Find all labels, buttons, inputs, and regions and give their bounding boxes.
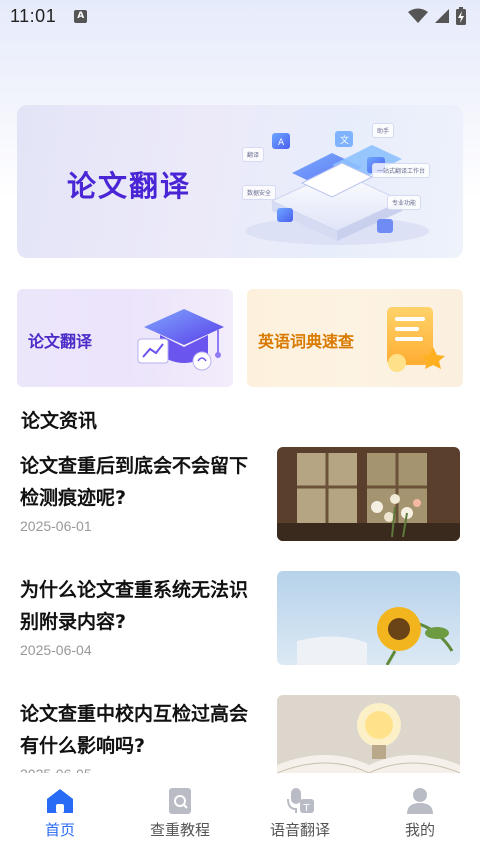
tab-mine[interactable]: 我的 xyxy=(360,773,480,853)
banner-tag: 翻译 xyxy=(242,147,265,162)
home-icon xyxy=(47,789,73,813)
tab-label: 我的 xyxy=(404,821,435,839)
banner-tag: 数据安全 xyxy=(242,185,277,200)
paper-translate-card[interactable]: 论文翻译 xyxy=(17,289,233,387)
banner[interactable]: 论文翻译 A 文 翻译 数据安全 助手 一站式翻译工作台 专业功能 xyxy=(17,105,463,258)
news-title: 论文查重后到底会不会留下检测痕迹呢? xyxy=(20,455,249,509)
user-icon xyxy=(407,788,433,814)
window-flowers-image xyxy=(277,447,460,541)
news-item[interactable]: 论文查重中校内互检过高会有什么影响吗? 2025-06-05 xyxy=(0,688,480,773)
tab-label: 语音翻译 xyxy=(269,821,330,839)
section-title: 论文资讯 xyxy=(21,410,98,432)
news-list: 论文查重后到底会不会留下检测痕迹呢? 2025-06-01 为什么论文查重系统无… xyxy=(0,440,480,773)
banner-tag: 助手 xyxy=(372,123,395,138)
banner-tag: 专业功能 xyxy=(387,195,422,210)
document-star-icon xyxy=(387,307,445,372)
document-search-icon xyxy=(169,788,191,814)
card-label: 英语词典速查 xyxy=(258,332,355,351)
wifi-icon xyxy=(408,8,428,23)
tab-label: 首页 xyxy=(44,821,75,839)
dictionary-card[interactable]: 英语词典速查 xyxy=(247,289,463,387)
lightbulb-book-image xyxy=(277,695,460,773)
graduation-cap-icon xyxy=(137,309,224,371)
news-date: 2025-06-05 xyxy=(20,766,92,773)
status-time: 11:01 xyxy=(10,5,57,26)
notification-icon: A xyxy=(74,9,88,23)
tab-home[interactable]: 首页 xyxy=(0,773,120,853)
sunflower-image xyxy=(277,571,460,665)
cellular-signal-icon xyxy=(435,9,449,23)
news-date: 2025-06-04 xyxy=(20,642,92,658)
microphone-translate-icon: T xyxy=(287,788,314,814)
svg-text:T: T xyxy=(303,803,311,814)
news-item[interactable]: 为什么论文查重系统无法识别附录内容? 2025-06-04 xyxy=(0,564,480,674)
battery-icon xyxy=(456,7,466,25)
bottom-tab-bar: 首页 查重教程 T 语音翻译 我的 xyxy=(0,773,480,853)
news-date: 2025-06-01 xyxy=(20,518,92,534)
svg-text:文: 文 xyxy=(340,134,349,146)
banner-title: 论文翻译 xyxy=(67,169,192,203)
banner-tag: 一站式翻译工作台 xyxy=(372,163,431,178)
status-indicators xyxy=(408,7,466,25)
tab-label: 查重教程 xyxy=(149,821,210,839)
news-title: 论文查重中校内互检过高会有什么影响吗? xyxy=(20,703,249,757)
svg-text:A: A xyxy=(278,138,285,148)
tab-check-tutorial[interactable]: 查重教程 xyxy=(120,773,240,853)
tab-voice-translate[interactable]: T 语音翻译 xyxy=(240,773,360,853)
news-item[interactable]: 论文查重后到底会不会留下检测痕迹呢? 2025-06-01 xyxy=(0,440,480,550)
status-bar: 11:01 A xyxy=(0,0,480,32)
news-title: 为什么论文查重系统无法识别附录内容? xyxy=(20,579,249,633)
card-label: 论文翻译 xyxy=(28,332,93,351)
